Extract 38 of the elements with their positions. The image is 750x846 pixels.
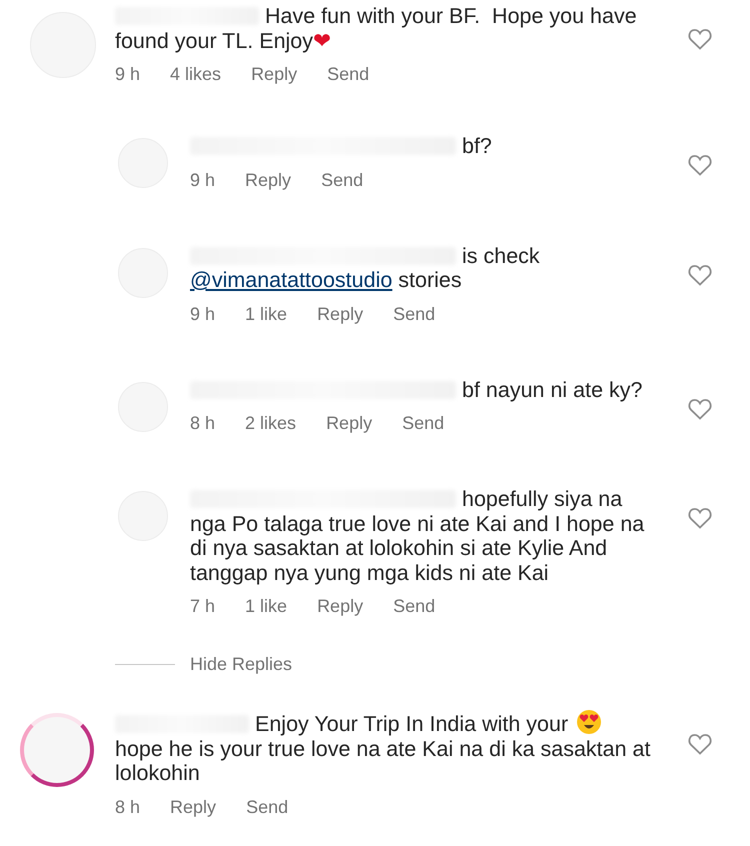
likes-count[interactable]: 2 likes <box>245 411 296 435</box>
like-button[interactable] <box>688 733 712 755</box>
reply-button[interactable]: Reply <box>170 794 216 818</box>
mention-link[interactable]: @vimanatattoostudio <box>190 268 392 292</box>
comment-text: hope he is your true love na ate Kai na di ka sasaktan at lolokohin <box>115 736 652 786</box>
comment-time: 7 h <box>190 595 216 618</box>
likes-count[interactable]: 4 likes <box>170 62 222 86</box>
comment-text: Have fun with your BF. Hope you have found your TL. Enjoy❤ <box>115 4 638 53</box>
hide-replies-button[interactable]: Hide Replies <box>190 651 292 678</box>
heart-eyes-emoji-icon <box>576 709 602 735</box>
comment-time: 9 h <box>190 302 216 326</box>
send-button[interactable]: Send <box>402 411 444 435</box>
send-button[interactable]: Send <box>321 168 364 192</box>
like-button[interactable] <box>688 28 712 50</box>
like-button[interactable] <box>688 398 712 420</box>
comment-text: stories <box>398 268 462 292</box>
comment-text: hopefully siya na nga Po talaga true love ni ate Kai and I hope na di nya sasaktan at lolokohin si ate Kylie And tanggap nya yung mga kids ni ate Kai <box>190 487 646 585</box>
like-button[interactable] <box>688 154 712 176</box>
reply-button[interactable]: Reply <box>245 168 292 192</box>
send-button[interactable]: Send <box>327 62 370 86</box>
comment-text: bf nayun ni ate ky? <box>190 378 652 402</box>
send-button[interactable]: Send <box>246 794 288 818</box>
comment-text: bf? <box>190 134 652 158</box>
reply-button[interactable]: Reply <box>317 594 364 618</box>
comment-time: 8 h <box>190 412 216 435</box>
reply-button[interactable]: Reply <box>251 62 298 86</box>
likes-count[interactable]: 1 like <box>245 594 288 618</box>
comment-text: Enjoy Your Trip In India with your <box>115 712 568 736</box>
send-button[interactable]: Send <box>393 594 436 618</box>
comment-time: 9 h <box>190 168 216 192</box>
like-button[interactable] <box>688 507 712 529</box>
reply-button[interactable]: Reply <box>317 302 364 326</box>
comment-time: 8 h <box>115 796 140 818</box>
comment-time: 9 h <box>115 63 140 86</box>
like-button[interactable] <box>688 264 712 286</box>
reply-button[interactable]: Reply <box>326 411 372 435</box>
likes-count[interactable]: 1 like <box>245 302 288 326</box>
send-button[interactable]: Send <box>393 302 436 326</box>
